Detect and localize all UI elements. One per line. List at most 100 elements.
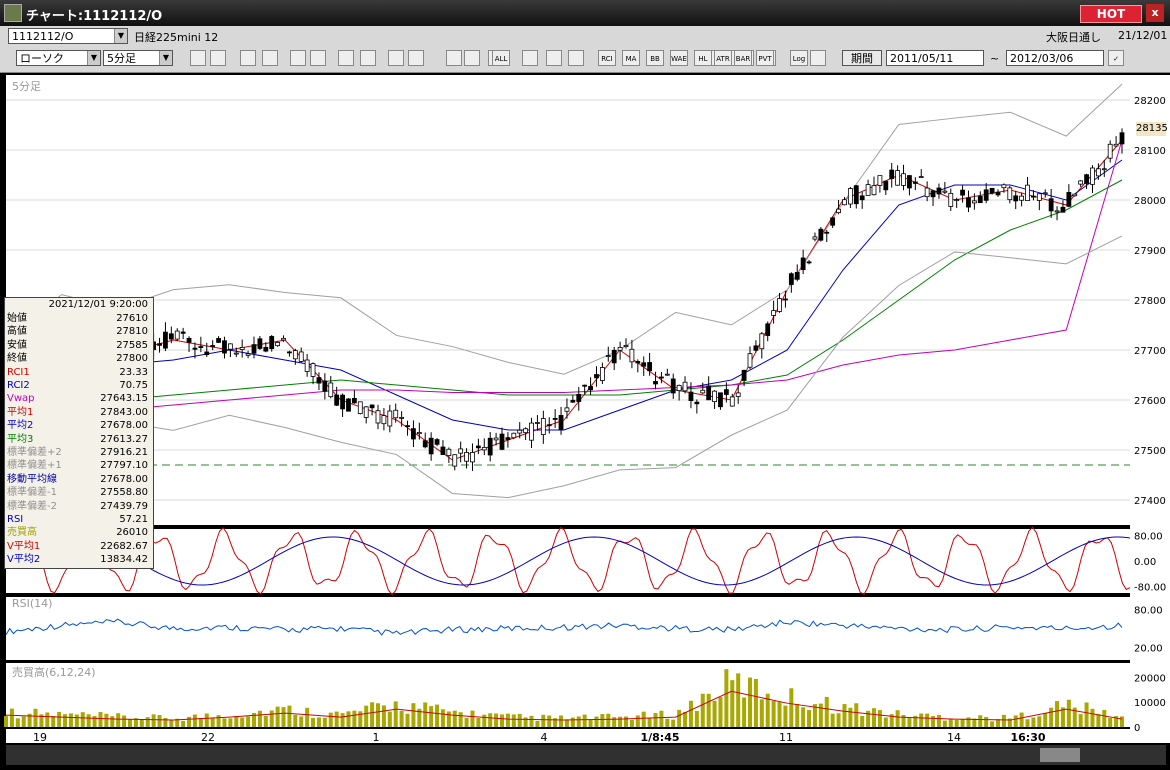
volume-bar — [576, 716, 581, 727]
date-to-field[interactable]: 2012/03/06 — [1006, 50, 1104, 66]
toolbar-tool-icon[interactable] — [388, 50, 404, 66]
time-axis-label: 16:30 — [1010, 731, 1045, 744]
info-row: 平均2 27678.00 — [5, 419, 151, 432]
toolbar-tool-icon[interactable] — [546, 50, 562, 66]
volume-bar — [98, 712, 103, 727]
candle-body — [942, 190, 948, 193]
volume-bar — [1120, 716, 1124, 727]
candle-body — [883, 180, 889, 191]
candle-body — [1042, 192, 1048, 195]
toolbar-tool-ma[interactable]: MA — [622, 50, 640, 66]
info-key: RCI2 — [7, 380, 30, 391]
checkbox-icon[interactable]: ✓ — [1108, 50, 1124, 66]
candle-body — [688, 391, 694, 402]
chart-svg[interactable]: 28200 28100 28000 27900 27800 27700 27600 27500… — [0, 73, 1170, 767]
volume-bar — [305, 707, 310, 727]
toolbar-tool-icon[interactable] — [310, 50, 326, 66]
volume-bar — [931, 716, 936, 727]
chart-area[interactable]: 28200 28100 28000 27900 27800 27700 27600 27500… — [0, 73, 1170, 767]
close-button[interactable]: x — [1146, 4, 1164, 22]
chevron-down-icon[interactable]: ▼ — [159, 51, 172, 65]
toolbar-tool-icon[interactable] — [190, 50, 206, 66]
toolbar-tool-icon[interactable] — [568, 50, 584, 66]
volume-axis-label: 20000 — [1134, 673, 1166, 684]
toolbar-tool-icon[interactable] — [408, 50, 424, 66]
toolbar-tool-icon[interactable] — [210, 50, 226, 66]
toolbar-tool-icon[interactable] — [262, 50, 278, 66]
toolbar-tool-icon[interactable] — [338, 50, 354, 66]
candle-body — [995, 191, 1001, 196]
time-axis-panel — [6, 729, 1130, 743]
toolbar-tool-wae[interactable]: WAE — [670, 50, 688, 66]
candle-body — [292, 350, 298, 360]
candle-body — [865, 184, 871, 196]
volume-bar — [635, 715, 640, 727]
volume-bar — [74, 714, 79, 727]
toolbar-tool-rci[interactable]: RCI — [598, 50, 616, 66]
volume-bar — [724, 669, 729, 727]
volume-bar — [452, 710, 457, 727]
candle-body — [818, 228, 824, 241]
time-axis-label: 22 — [201, 731, 215, 744]
toolbar-tool-pvt[interactable]: PVT — [756, 50, 774, 66]
volume-bar — [818, 703, 823, 727]
toolbar-tool-icon[interactable] — [290, 50, 306, 66]
info-key: 始値 — [7, 313, 27, 324]
price-axis-label: 27800 — [1134, 296, 1166, 307]
info-row: 高値 27810 — [5, 325, 151, 338]
candle-body — [741, 369, 747, 381]
candle-body — [216, 338, 221, 343]
chart-type-select[interactable]: ローソク ▼ — [16, 50, 101, 66]
candle-body — [227, 343, 233, 350]
toolbar-tool-log[interactable]: Log — [790, 50, 808, 66]
candle-body — [765, 323, 771, 336]
date-from-field[interactable]: 2011/05/11 — [886, 50, 984, 66]
volume-bar — [742, 697, 747, 727]
toolbar-tool-icon[interactable] — [360, 50, 376, 66]
volume-bar — [9, 708, 14, 727]
toolbar-tool-bar[interactable]: BAR — [734, 50, 752, 66]
info-row: 売買高 26010 — [5, 526, 151, 539]
symbol-combo[interactable]: 1112112/O ▼ — [8, 28, 128, 44]
info-value: 13834.42 — [100, 554, 148, 566]
chevron-down-icon[interactable]: ▼ — [114, 29, 127, 43]
toolbar-tool-icon[interactable] — [446, 50, 462, 66]
candle-body — [889, 169, 895, 180]
hot-button[interactable]: HOT — [1080, 5, 1142, 23]
candle-body — [653, 381, 658, 385]
candle-body — [948, 192, 954, 207]
chevron-down-icon[interactable]: ▼ — [87, 51, 100, 65]
title-bar: チャート:1112112/O HOT x — [0, 0, 1170, 26]
time-axis-label: 19 — [33, 731, 47, 744]
price-axis-label: 28200 — [1134, 96, 1166, 107]
time-axis-label: 4 — [541, 731, 548, 744]
current-price-badge: 28135 — [1136, 122, 1168, 136]
toolbar-tool-bb[interactable]: BB — [646, 50, 664, 66]
volume-bar — [1001, 714, 1006, 727]
toolbar-tool-hl[interactable]: HL — [694, 50, 712, 66]
toolbar-tool-icon[interactable] — [240, 50, 256, 66]
candle-body — [877, 175, 883, 186]
info-key: 高値 — [7, 326, 27, 338]
toolbar-tool-icon[interactable] — [464, 50, 480, 66]
session-label: 大阪日通し — [1046, 31, 1101, 44]
volume-bar — [340, 713, 345, 727]
interval-value: 5分足 — [107, 52, 136, 65]
toolbar-tool-atr[interactable]: ATR — [714, 50, 732, 66]
toolbar-tool-icon[interactable] — [522, 50, 538, 66]
candle-body — [1001, 184, 1007, 189]
interval-select[interactable]: 5分足 ▼ — [103, 50, 173, 66]
info-value: 27800 — [116, 353, 148, 365]
info-value: 27797.10 — [100, 460, 148, 472]
candle-body — [635, 361, 641, 364]
volume-bar — [293, 714, 298, 727]
candle-body — [977, 195, 983, 204]
volume-bar — [275, 706, 280, 727]
toolbar-tool-icon[interactable] — [810, 50, 826, 66]
info-row: Vwap 27643.15 — [5, 392, 151, 405]
toolbar-tool-all[interactable]: ALL — [492, 50, 510, 66]
candle-body — [328, 382, 334, 398]
candle-body — [576, 394, 582, 402]
candle-body — [960, 189, 965, 196]
period-button[interactable]: 期間 — [842, 50, 882, 66]
